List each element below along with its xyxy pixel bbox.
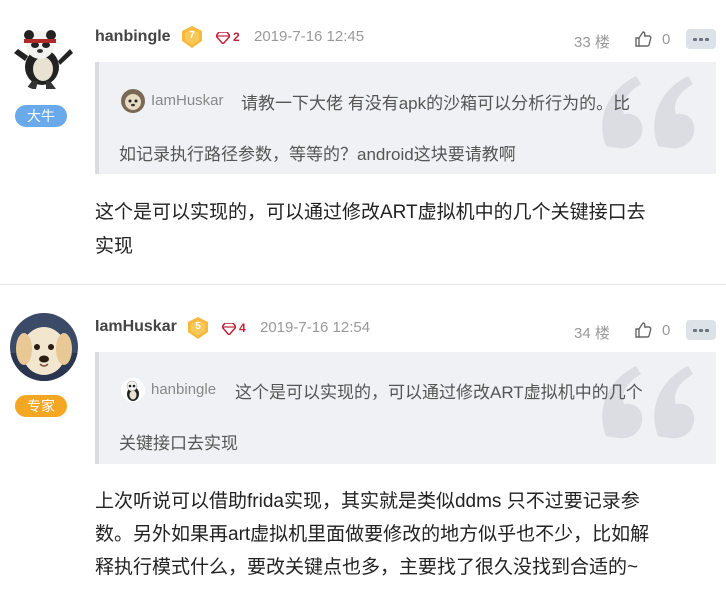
gem-count: 4 (239, 321, 246, 335)
quote-text: 如记录执行路径参数，等等的？android这块要请教啊 (119, 145, 516, 164)
gem-icon (216, 32, 230, 44)
post-body: 上次听说可以借助frida实现，其实就是类似ddms 只不过要记录参 数。另外如… (95, 485, 649, 584)
quote-text: 请教一下大佬 有没有apk的沙箱可以分析行为的。比 (241, 94, 631, 113)
avatar[interactable] (10, 23, 78, 91)
quote-avatar[interactable] (121, 89, 145, 113)
quote-username[interactable]: hanbingle (151, 381, 216, 398)
level-number: 7 (189, 30, 195, 41)
like-count: 0 (662, 31, 671, 48)
post-date: 2019-7-16 12:54 (260, 319, 371, 336)
username[interactable]: IamHuskar (95, 318, 177, 336)
post-body-line: 释执行模式什么，要改关键点也多，主要找了很久没找到合适的~ (95, 557, 639, 578)
rank-badge: 大牛 (15, 105, 67, 127)
avatar[interactable] (10, 313, 78, 381)
level-badge-icon: 7 (179, 24, 205, 50)
post-body: 这个是可以实现的，可以通过修改ART虚拟机中的几个关键接口去 实现 (95, 196, 646, 264)
post-body-line: 这个是可以实现的，可以通过修改ART虚拟机中的几个关键接口去 (95, 202, 646, 223)
floor-number[interactable]: 34 楼 (574, 322, 610, 343)
floor-number[interactable]: 33 楼 (574, 31, 610, 52)
more-button[interactable] (686, 29, 716, 49)
quote-block: hanbingle 这个是可以实现的，可以通过修改ART虚拟机中的几个 关键接口… (95, 352, 716, 464)
quote-text: 关键接口去实现 (119, 434, 238, 453)
quote-text: 这个是可以实现的，可以通过修改ART虚拟机中的几个 (235, 383, 643, 402)
level-number: 5 (195, 321, 201, 332)
post-body-line: 上次听说可以借助frida实现，其实就是类似ddms 只不过要记录参 (95, 491, 640, 512)
thumbs-up-icon[interactable] (634, 321, 652, 339)
thumbs-up-icon[interactable] (634, 30, 652, 48)
post-date: 2019-7-16 12:45 (254, 28, 365, 45)
gem-count: 2 (233, 30, 240, 44)
more-button[interactable] (686, 320, 716, 340)
reply-post: 大牛 hanbingle 7 2 2019-7-16 12:45 33 楼 0 (0, 0, 726, 285)
post-body-line: 实现 (95, 236, 134, 257)
username[interactable]: hanbingle (95, 28, 171, 46)
quote-avatar[interactable] (121, 378, 145, 402)
gem-icon (222, 323, 236, 335)
post-body-line: 数。另外如果再art虚拟机里面做要修改的地方似乎也不少，比如解 (95, 524, 650, 545)
rank-badge: 专家 (15, 395, 67, 417)
quote-block: IamHuskar 请教一下大佬 有没有apk的沙箱可以分析行为的。比 如记录执… (95, 62, 716, 174)
reply-post: 专家 IamHuskar 5 4 2019-7-16 12:54 34 楼 0 (0, 285, 726, 596)
like-count: 0 (662, 322, 671, 339)
quote-username[interactable]: IamHuskar (151, 92, 224, 109)
level-badge-icon: 5 (185, 315, 211, 341)
